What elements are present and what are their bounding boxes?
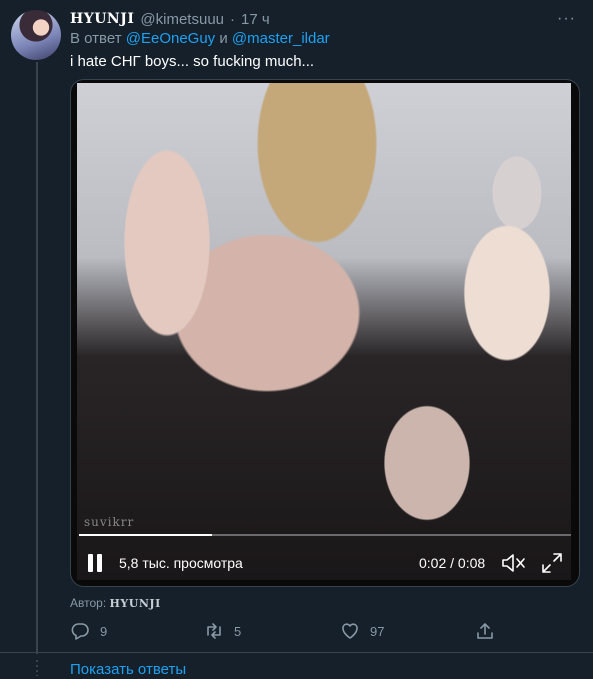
heart-icon <box>342 623 358 639</box>
byline-prefix: Автор: <box>70 596 107 610</box>
view-count: 5,8 тыс. просмотра <box>119 555 243 571</box>
share-icon <box>477 623 493 639</box>
more-options-icon[interactable]: ··· <box>557 10 576 28</box>
retweet-button[interactable]: 5 <box>204 620 241 642</box>
fullscreen-icon[interactable] <box>541 552 563 574</box>
video-byline: Автор: HYUNJI <box>70 596 161 610</box>
mute-icon[interactable] <box>501 552 527 574</box>
like-count: 97 <box>370 623 385 639</box>
video-progress-bar[interactable] <box>79 534 571 536</box>
timestamp[interactable]: 17 ч <box>241 11 270 28</box>
video-player[interactable]: suvikrr 5,8 тыс. просмотра 0:02 / 0:08 <box>70 79 580 587</box>
retweet-count: 5 <box>234 623 242 639</box>
tweet-text: i hate СНГ boys... so fucking much... <box>70 53 315 70</box>
video-controls: 5,8 тыс. просмотра 0:02 / 0:08 <box>71 550 579 578</box>
reply-mention-eeoneguy[interactable]: @EeOneGuy <box>126 30 215 47</box>
thread-dots <box>36 660 38 676</box>
avatar[interactable] <box>11 10 61 60</box>
reply-prefix: В ответ <box>70 30 122 47</box>
reply-mention-master-ildar[interactable]: @master_ildar <box>232 30 330 47</box>
video-progress-fill <box>79 534 212 536</box>
reply-conjunction: и <box>219 30 228 47</box>
like-button[interactable]: 97 <box>340 620 384 642</box>
reply-icon <box>71 623 89 640</box>
pause-icon[interactable] <box>87 554 103 572</box>
video-timecode: 0:02 / 0:08 <box>419 555 486 571</box>
show-replies-link[interactable]: Показать ответы <box>70 661 186 678</box>
display-name[interactable]: HYUNJI <box>70 11 134 27</box>
thread-line <box>36 62 38 654</box>
tweet-actions: 9 5 97 <box>70 620 510 644</box>
reply-count: 9 <box>100 623 108 639</box>
byline-author[interactable]: HYUNJI <box>110 597 161 610</box>
divider <box>0 652 593 653</box>
share-button[interactable] <box>475 620 495 642</box>
video-frame[interactable] <box>77 83 571 580</box>
reply-button[interactable]: 9 <box>70 620 107 642</box>
retweet-icon <box>207 623 221 639</box>
user-handle[interactable]: @kimetsuuu <box>140 11 224 28</box>
video-watermark: suvikrr <box>84 515 135 529</box>
separator: · <box>230 10 235 28</box>
tweet-header: HYUNJI @kimetsuuu · 17 ч <box>70 9 573 29</box>
reply-context: В ответ @EeOneGuy и @master_ildar <box>70 30 330 47</box>
